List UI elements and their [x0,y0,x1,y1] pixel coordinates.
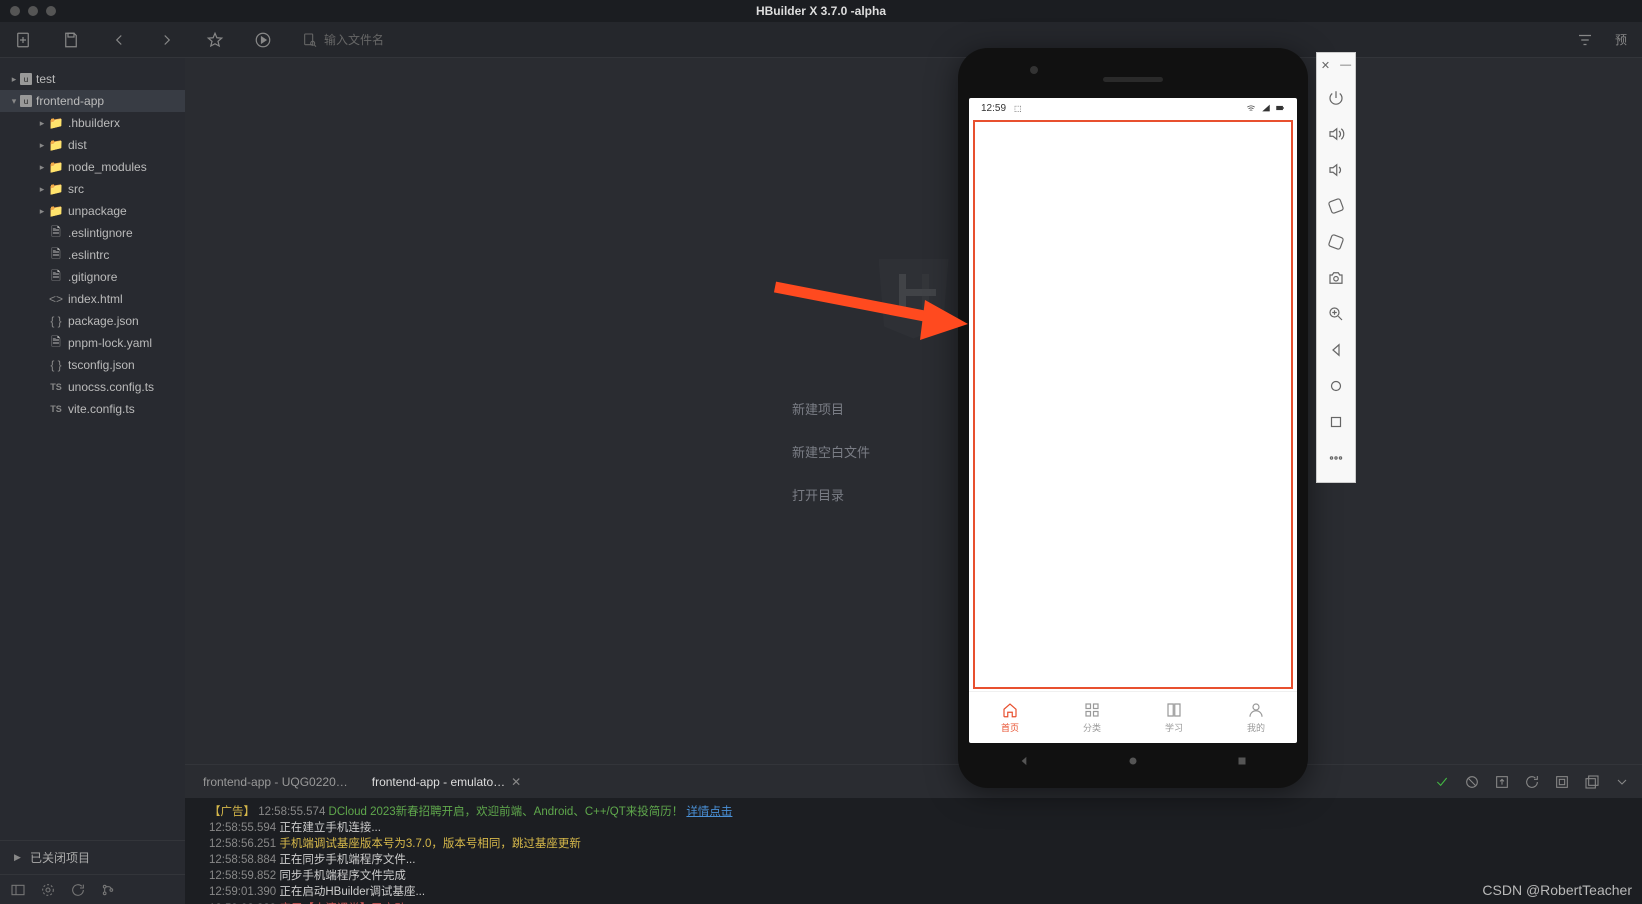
zoom-icon[interactable] [1320,296,1352,332]
tree-item[interactable]: ▸📁.hbuilderx [0,112,185,134]
android-back-icon[interactable] [1017,754,1031,768]
tree-item[interactable]: 🗎.eslintignore [0,222,185,244]
console-tab[interactable]: frontend-app - emulato…✕ [372,775,521,789]
tree-item[interactable]: ▸📁dist [0,134,185,156]
save-icon[interactable] [62,31,80,49]
locate-icon[interactable] [40,882,56,898]
volume-down-icon[interactable] [1320,152,1352,188]
tree-item[interactable]: ▸📁node_modules [0,156,185,178]
close-icon[interactable]: ✕ [511,775,521,789]
app-tab-home[interactable]: 首页 [969,692,1051,743]
check-icon[interactable] [1434,774,1450,790]
phone-emulator[interactable]: 12:59⬚ 首页分类学习我的 [958,48,1308,788]
tree-item[interactable]: TSunocss.config.ts [0,376,185,398]
refresh-icon[interactable] [70,882,86,898]
popout-icon[interactable] [1584,774,1600,790]
tree-item[interactable]: ▸utest [0,68,185,90]
collapse-icon[interactable] [10,882,26,898]
tree-item[interactable]: ▾ufrontend-app [0,90,185,112]
more-icon[interactable] [1320,440,1352,476]
rotate-right-icon[interactable] [1320,224,1352,260]
tree-item[interactable]: { }package.json [0,310,185,332]
app-window: HBuilder X 3.7.0 -alpha 输入文件名 预 ▸utest▾u… [0,0,1642,904]
watermark: CSDN @RobertTeacher [1482,882,1632,898]
welcome-link[interactable]: 打开目录 [792,485,870,504]
preview-icon[interactable]: 预 [1612,31,1630,49]
back-icon[interactable] [110,31,128,49]
emulator-close-icon[interactable]: ✕ [1321,59,1330,72]
export-icon[interactable] [1494,774,1510,790]
app-tab-bar: 首页分类学习我的 [969,691,1297,743]
sidebar-footer [0,874,185,904]
welcome-screen: 新建项目新建空白文件打开目录 主题切换快捷键方案入门教程 [185,58,1642,764]
sidebar: ▸utest▾ufrontend-app▸📁.hbuilderx▸📁dist▸📁… [0,58,185,904]
welcome-link[interactable]: 新建空白文件 [792,442,870,461]
tree-item[interactable]: 🗎.eslintrc [0,244,185,266]
toolbar: 输入文件名 预 [0,22,1642,58]
tree-item[interactable]: { }tsconfig.json [0,354,185,376]
clear-icon[interactable] [1554,774,1570,790]
power-icon[interactable] [1320,80,1352,116]
back-nav-icon[interactable] [1320,332,1352,368]
tree-item[interactable]: ▸📁src [0,178,185,200]
app-tab-book[interactable]: 学习 [1133,692,1215,743]
app-viewport[interactable] [973,120,1293,689]
annotation-arrow [770,272,970,342]
tree-item[interactable]: 🗎pnpm-lock.yaml [0,332,185,354]
run-icon[interactable] [254,31,272,49]
app-tab-grid[interactable]: 分类 [1051,692,1133,743]
rotate-left-icon[interactable] [1320,188,1352,224]
console-output[interactable]: 【广告】 12:58:55.574 DCloud 2023新春招聘开启，欢迎前端… [185,798,1642,904]
stop-icon[interactable] [1464,774,1480,790]
console-tab[interactable]: frontend-app - UQG0220… [203,775,348,789]
editor-area: 新建项目新建空白文件打开目录 主题切换快捷键方案入门教程 frontend-ap… [185,58,1642,904]
tree-item[interactable]: <>index.html [0,288,185,310]
emulator-toolbar: ✕— [1316,52,1356,483]
emulator-minimize-icon[interactable]: — [1340,59,1351,72]
phone-screen: 12:59⬚ 首页分类学习我的 [969,98,1297,743]
android-home-icon[interactable] [1126,754,1140,768]
camera-icon[interactable] [1320,260,1352,296]
forward-icon[interactable] [158,31,176,49]
console-tabs: frontend-app - UQG0220… frontend-app - em… [185,764,1642,798]
android-nav-bar [969,743,1297,779]
tree-item[interactable]: 🗎.gitignore [0,266,185,288]
status-icons [1245,103,1285,113]
status-bar: 12:59⬚ [969,98,1297,118]
star-icon[interactable] [206,31,224,49]
new-file-icon[interactable] [14,31,32,49]
volume-up-icon[interactable] [1320,116,1352,152]
tree-item[interactable]: ▸📁unpackage [0,200,185,222]
traffic-lights[interactable] [10,6,56,16]
recent-nav-icon[interactable] [1320,404,1352,440]
main-body: ▸utest▾ufrontend-app▸📁.hbuilderx▸📁dist▸📁… [0,58,1642,904]
file-tree[interactable]: ▸utest▾ufrontend-app▸📁.hbuilderx▸📁dist▸📁… [0,58,185,840]
app-tab-user[interactable]: 我的 [1215,692,1297,743]
collapse-console-icon[interactable] [1614,774,1630,790]
search-placeholder: 输入文件名 [324,31,384,48]
home-nav-icon[interactable] [1320,368,1352,404]
console-tools [1434,774,1642,790]
restart-icon[interactable] [1524,774,1540,790]
file-search[interactable]: 输入文件名 [302,31,384,48]
titlebar: HBuilder X 3.7.0 -alpha [0,0,1642,22]
tree-item[interactable]: TSvite.config.ts [0,398,185,420]
welcome-link[interactable]: 新建项目 [792,399,870,418]
filter-icon[interactable] [1576,31,1594,49]
android-recent-icon[interactable] [1235,754,1249,768]
window-title: HBuilder X 3.7.0 -alpha [756,4,886,18]
closed-projects[interactable]: ▶ 已关闭项目 [0,840,185,874]
git-icon[interactable] [100,882,116,898]
